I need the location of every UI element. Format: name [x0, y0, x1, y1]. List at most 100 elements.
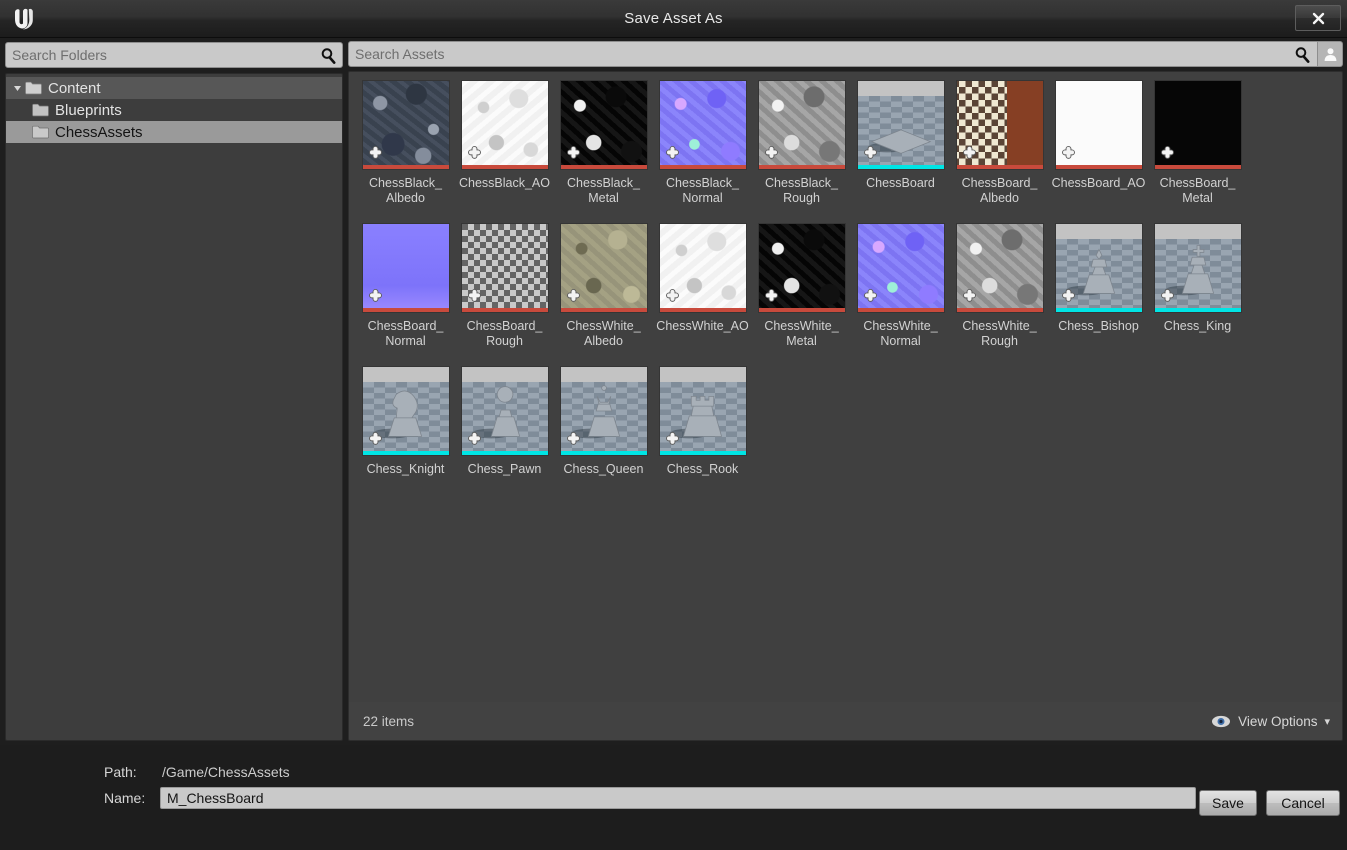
asset-type-bar: [362, 165, 449, 169]
asset-thumbnail[interactable]: [955, 80, 1044, 170]
asset-type-bar: [1055, 308, 1142, 312]
asset-thumbnail[interactable]: [1054, 223, 1143, 313]
asset-thumbnail[interactable]: [361, 223, 450, 313]
tree-item-chessassets[interactable]: ChessAssets: [6, 121, 342, 143]
tree-item-label: Blueprints: [55, 101, 122, 119]
asset-thumbnail[interactable]: [856, 80, 945, 170]
path-row: Path: /Game/ChessAssets: [104, 759, 1347, 785]
asset-tile[interactable]: ChessBoard_ Rough: [455, 221, 554, 364]
asset-tile[interactable]: ChessBlack_ Normal: [653, 78, 752, 221]
asset-label: ChessBoard_AO: [1051, 176, 1146, 190]
asset-tile[interactable]: ChessWhite_ Rough: [950, 221, 1049, 364]
asset-thumbnail[interactable]: [361, 80, 450, 170]
asset-tile[interactable]: ChessBoard_ Albedo: [950, 78, 1049, 221]
asset-footer: 22 items View Options ▾: [349, 702, 1342, 740]
asset-label: ChessBoard_ Rough: [466, 319, 543, 348]
folder-tree[interactable]: Content Blueprints ChessAssets: [5, 73, 343, 741]
asset-type-bar: [461, 308, 548, 312]
modified-badge-icon: [1061, 288, 1075, 302]
modified-badge-icon: [962, 145, 976, 159]
asset-tile[interactable]: ChessBlack_AO: [455, 78, 554, 221]
asset-type-bar: [362, 451, 449, 455]
asset-thumbnail[interactable]: [559, 366, 648, 456]
modified-badge-icon: [863, 288, 877, 302]
asset-tile[interactable]: ChessBoard: [851, 78, 950, 221]
folder-search-box[interactable]: Search Folders: [5, 42, 343, 68]
asset-thumbnail[interactable]: [559, 80, 648, 170]
asset-label: Chess_Queen: [563, 462, 644, 476]
asset-tile[interactable]: ChessWhite_ Metal: [752, 221, 851, 364]
asset-tile[interactable]: Chess_Rook: [653, 364, 752, 507]
asset-label: Chess_Rook: [666, 462, 739, 476]
asset-thumbnail[interactable]: [757, 80, 846, 170]
asset-thumbnail[interactable]: [658, 366, 747, 456]
asset-tile[interactable]: ChessBlack_ Metal: [554, 78, 653, 221]
cancel-button[interactable]: Cancel: [1266, 790, 1340, 816]
asset-search-placeholder: Search Assets: [355, 46, 445, 62]
asset-tile[interactable]: ChessBoard_AO: [1049, 78, 1148, 221]
asset-search-row: Search Assets: [348, 41, 1343, 67]
asset-thumbnail[interactable]: [460, 223, 549, 313]
asset-thumbnail[interactable]: [460, 80, 549, 170]
asset-grid[interactable]: ChessBlack_ Albedo ChessBlack_AO ChessBlac…: [349, 72, 1342, 702]
search-icon[interactable]: [319, 46, 337, 64]
asset-thumbnail[interactable]: [559, 223, 648, 313]
name-row: Name:: [104, 785, 1347, 811]
asset-tile[interactable]: Chess_King: [1148, 221, 1247, 364]
asset-label: ChessBoard: [866, 176, 935, 190]
asset-thumbnail[interactable]: [1153, 223, 1242, 313]
asset-label: Chess_Pawn: [467, 462, 542, 476]
asset-label: ChessBlack_ Rough: [765, 176, 838, 205]
modified-badge-icon: [863, 145, 877, 159]
modified-badge-icon: [665, 288, 679, 302]
asset-type-bar: [956, 308, 1043, 312]
modified-badge-icon: [665, 431, 679, 445]
asset-tile[interactable]: ChessBlack_ Albedo: [356, 78, 455, 221]
asset-label: ChessWhite_ Albedo: [566, 319, 641, 348]
close-button[interactable]: [1295, 5, 1341, 31]
asset-thumbnail[interactable]: [856, 223, 945, 313]
modified-badge-icon: [764, 288, 778, 302]
asset-thumbnail[interactable]: [1054, 80, 1143, 170]
asset-tile[interactable]: Chess_Queen: [554, 364, 653, 507]
asset-tile[interactable]: ChessBoard_ Metal: [1148, 78, 1247, 221]
chevron-down-icon: ▾: [1324, 715, 1330, 728]
asset-thumbnail[interactable]: [1153, 80, 1242, 170]
user-icon: [1324, 47, 1336, 61]
asset-thumbnail[interactable]: [361, 366, 450, 456]
asset-label: ChessBoard_ Metal: [1159, 176, 1236, 205]
tree-item-blueprints[interactable]: Blueprints: [6, 99, 342, 121]
asset-tile[interactable]: ChessWhite_ Albedo: [554, 221, 653, 364]
modified-badge-icon: [1160, 145, 1174, 159]
view-options-label: View Options: [1238, 713, 1318, 729]
asset-search-box[interactable]: Search Assets: [348, 41, 1318, 67]
tree-item-content[interactable]: Content: [6, 77, 342, 99]
asset-label: ChessBoard_ Normal: [367, 319, 444, 348]
asset-thumbnail[interactable]: [658, 80, 747, 170]
asset-type-bar: [461, 451, 548, 455]
dialog-footer: Path: /Game/ChessAssets Name: Save Cance…: [0, 745, 1347, 850]
asset-thumbnail[interactable]: [658, 223, 747, 313]
folder-panel: Search Folders Content Blueprints ChessA…: [5, 42, 343, 745]
asset-tile[interactable]: Chess_Bishop: [1049, 221, 1148, 364]
user-filter-button[interactable]: [1318, 41, 1343, 67]
name-input[interactable]: [160, 787, 1196, 809]
search-icon[interactable]: [1293, 45, 1311, 63]
asset-tile[interactable]: Chess_Pawn: [455, 364, 554, 507]
save-button[interactable]: Save: [1199, 790, 1257, 816]
asset-thumbnail[interactable]: [955, 223, 1044, 313]
modified-badge-icon: [764, 145, 778, 159]
save-asset-as-dialog: Save Asset As Search Folders Content Blu…: [0, 0, 1347, 850]
view-options-button[interactable]: View Options ▾: [1211, 714, 1330, 729]
asset-tile[interactable]: Chess_Knight: [356, 364, 455, 507]
path-label: Path:: [104, 764, 137, 780]
asset-tile[interactable]: ChessBlack_ Rough: [752, 78, 851, 221]
asset-tile[interactable]: ChessWhite_ Normal: [851, 221, 950, 364]
asset-tile[interactable]: ChessWhite_AO: [653, 221, 752, 364]
asset-tile[interactable]: ChessBoard_ Normal: [356, 221, 455, 364]
modified-badge-icon: [566, 288, 580, 302]
asset-thumbnail[interactable]: [460, 366, 549, 456]
asset-thumbnail[interactable]: [757, 223, 846, 313]
chevron-down-icon[interactable]: [10, 81, 24, 95]
asset-type-bar: [659, 165, 746, 169]
